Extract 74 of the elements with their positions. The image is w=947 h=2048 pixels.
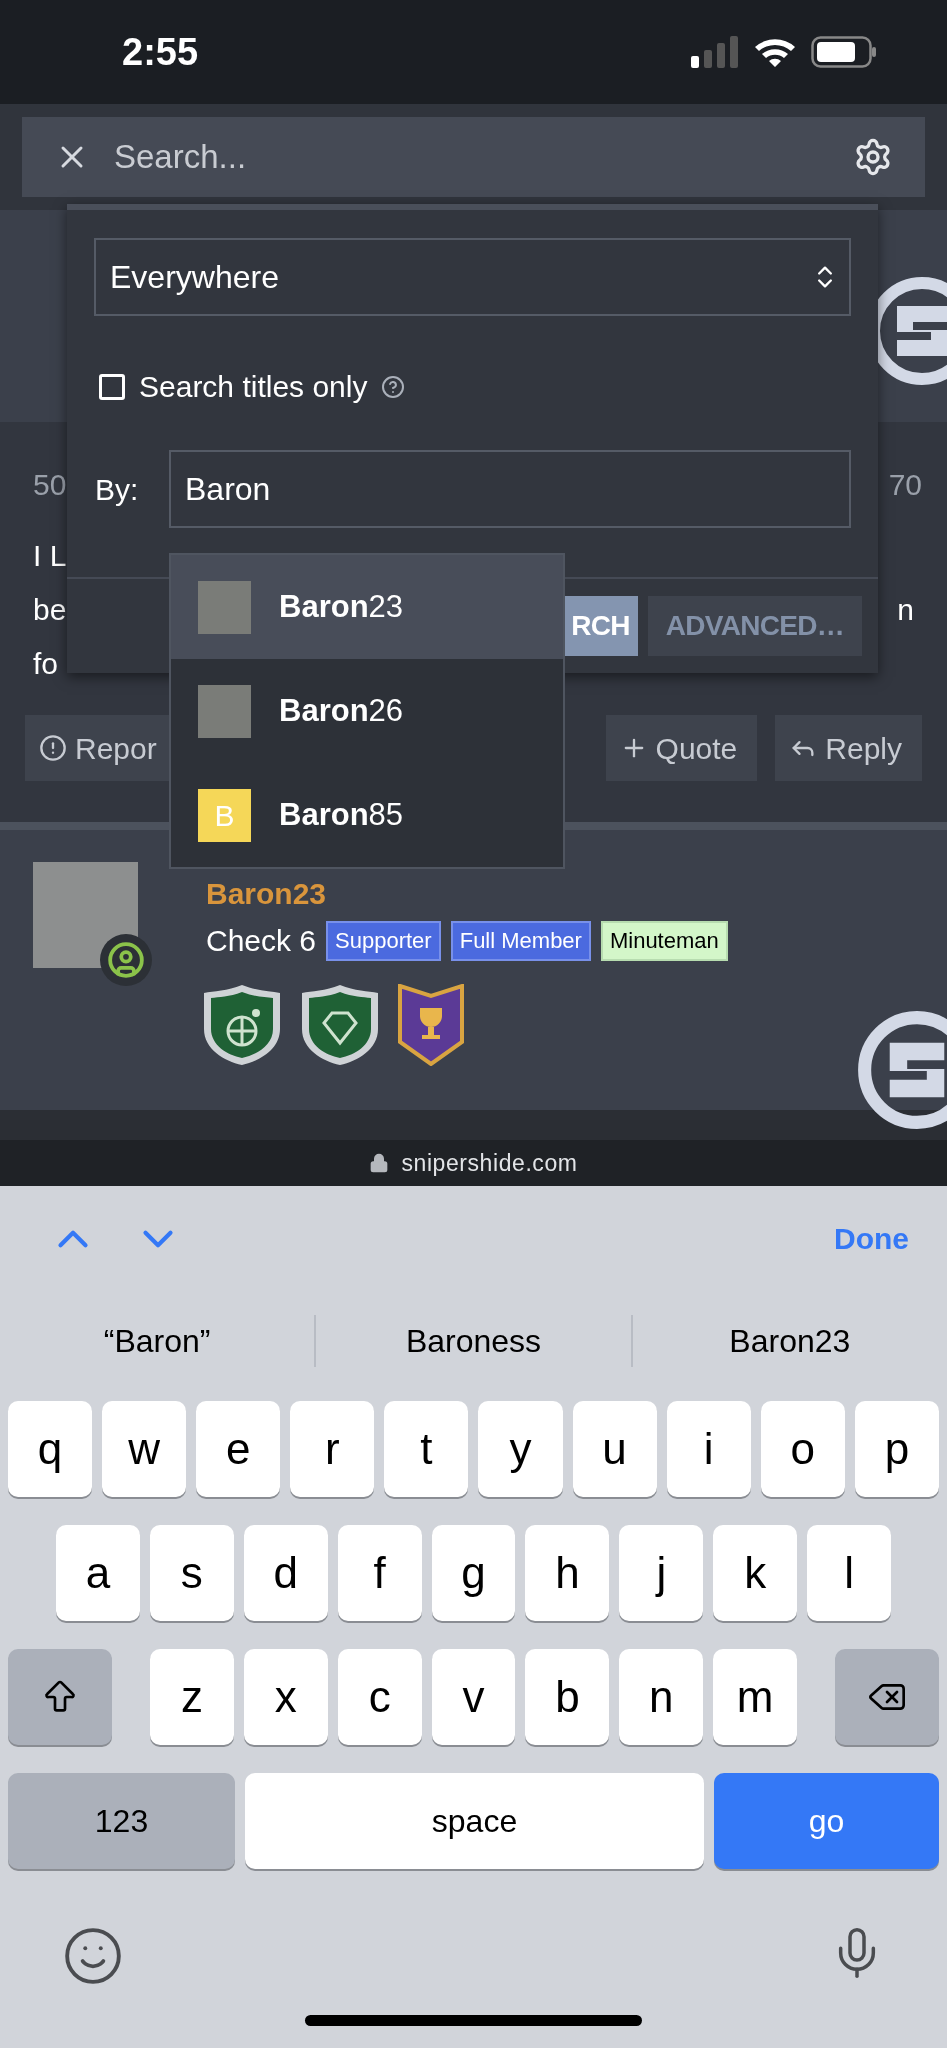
user-banner: Full Member <box>450 920 591 961</box>
scope-select[interactable]: Everywhere <box>94 238 851 316</box>
key[interactable]: w <box>102 1401 187 1497</box>
key[interactable]: f <box>337 1525 422 1621</box>
key[interactable]: q <box>8 1401 93 1497</box>
key[interactable]: p <box>854 1401 939 1497</box>
suggestion[interactable]: Baroness <box>316 1317 631 1365</box>
report-button[interactable]: Repor <box>25 715 169 781</box>
go-key[interactable]: go <box>714 1773 939 1869</box>
key[interactable]: a <box>56 1525 140 1621</box>
key[interactable]: t <box>384 1401 469 1497</box>
url-bar[interactable]: snipershide.com <box>0 1140 947 1186</box>
lock-icon <box>369 1153 390 1173</box>
settings-icon[interactable] <box>853 137 893 177</box>
key[interactable]: i <box>666 1401 751 1497</box>
post-meta: 70 <box>888 467 922 503</box>
checkbox-label: Search titles only <box>139 369 368 405</box>
key[interactable]: g <box>431 1525 516 1621</box>
key[interactable]: e <box>196 1401 281 1497</box>
post-text: n <box>897 592 914 623</box>
key[interactable]: y <box>478 1401 563 1497</box>
user-banner: Minuteman <box>600 920 728 961</box>
key[interactable]: z <box>150 1649 234 1745</box>
status-time: 2:55 <box>122 29 199 75</box>
member-suggestion[interactable]: Baron23 <box>171 555 563 659</box>
emoji-icon[interactable] <box>62 1925 124 1987</box>
key[interactable]: s <box>149 1525 234 1621</box>
quote-button[interactable]: Quote <box>605 715 758 781</box>
suggestion[interactable]: “Baron” <box>0 1317 315 1365</box>
wifi-icon <box>753 36 797 68</box>
backspace-key[interactable] <box>835 1649 939 1745</box>
username[interactable]: Baron23 <box>206 876 327 912</box>
user-title: Check 6 <box>206 923 317 959</box>
diamond-shield-icon <box>300 983 380 1067</box>
numbers-key[interactable]: 123 <box>8 1773 235 1869</box>
key[interactable]: r <box>290 1401 375 1497</box>
report-icon <box>39 734 67 762</box>
trophy-badge-icon <box>398 984 464 1066</box>
member-input[interactable]: Baron <box>169 450 851 528</box>
key[interactable]: c <box>337 1649 422 1745</box>
checkbox[interactable] <box>99 373 125 400</box>
post-text: be <box>33 592 67 623</box>
key[interactable]: n <box>619 1649 704 1745</box>
key[interactable]: h <box>525 1525 610 1621</box>
member-suggestion[interactable]: B Baron85 <box>171 763 563 867</box>
suggestion[interactable]: Baron23 <box>632 1317 947 1365</box>
avatar-photo-placeholder <box>198 580 251 634</box>
user-banner: Supporter <box>326 920 441 961</box>
user-icon <box>107 941 145 979</box>
key[interactable]: v <box>431 1649 516 1745</box>
globe-shield-icon <box>202 983 282 1067</box>
avatar-photo-placeholder <box>198 684 251 738</box>
post-meta: 50 <box>33 467 67 503</box>
by-label: By: <box>95 471 140 508</box>
key[interactable]: k <box>713 1525 798 1621</box>
signal-icon <box>691 36 739 68</box>
battery-icon <box>811 36 877 68</box>
search-bar[interactable]: Search... <box>22 117 925 197</box>
key[interactable]: d <box>243 1525 328 1621</box>
key[interactable]: x <box>243 1649 328 1745</box>
shift-key[interactable] <box>8 1649 112 1745</box>
key[interactable]: l <box>807 1525 891 1621</box>
key[interactable]: j <box>619 1525 704 1621</box>
space-key[interactable]: space <box>245 1773 704 1869</box>
key[interactable]: m <box>713 1649 797 1745</box>
reply-button[interactable]: Reply <box>775 715 922 781</box>
post-text: I L <box>33 538 67 569</box>
key[interactable]: u <box>572 1401 657 1497</box>
post-text: fo <box>33 646 59 677</box>
help-icon[interactable] <box>381 374 406 399</box>
member-suggestion[interactable]: Baron26 <box>171 659 563 763</box>
letter-avatar: B <box>198 788 251 842</box>
key[interactable]: o <box>760 1401 845 1497</box>
key[interactable]: b <box>525 1649 610 1745</box>
